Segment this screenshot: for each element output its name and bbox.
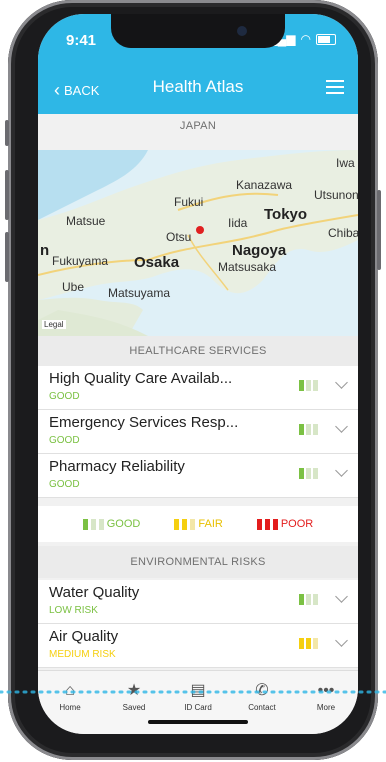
- tab-label: More: [316, 703, 336, 712]
- map-city: Ube: [62, 280, 85, 294]
- rating-bars: [299, 468, 318, 479]
- map-city: Matsue: [66, 214, 106, 228]
- map-city: Nagoya: [232, 242, 287, 259]
- battery-icon: [316, 33, 336, 45]
- tab-label: Saved: [122, 703, 146, 712]
- location-pin-icon: [196, 226, 204, 234]
- map-legal-link[interactable]: Legal: [42, 320, 66, 329]
- list-item[interactable]: High Quality Care Availab... GOOD: [38, 366, 358, 410]
- rating-bars: [299, 638, 318, 649]
- tab-bar: ⌂ Home ★ Saved ▤ ID Card ✆ Contact ••• M…: [38, 670, 358, 734]
- chevron-down-icon[interactable]: [335, 634, 348, 647]
- row-status: GOOD: [49, 479, 80, 490]
- home-indicator: [148, 720, 248, 724]
- map-city: Fukuyama: [52, 254, 109, 268]
- map-city: n: [40, 242, 50, 259]
- chevron-down-icon[interactable]: [335, 420, 348, 433]
- rating-bars: [299, 594, 318, 605]
- country-label: JAPAN: [179, 120, 217, 132]
- row-title: Emergency Services Resp...: [49, 414, 239, 431]
- list-item[interactable]: Emergency Services Resp... GOOD: [38, 410, 358, 454]
- status-time: 9:41: [66, 32, 97, 49]
- row-title: High Quality Care Availab...: [49, 370, 233, 387]
- map-city: Kanazawa: [236, 178, 293, 192]
- map-terrain: [38, 150, 358, 336]
- power-button: [377, 190, 381, 270]
- front-camera: [237, 26, 247, 36]
- legend-poor: POOR: [256, 518, 314, 530]
- legend-fair-label: FAIR: [198, 518, 223, 530]
- hamburger-menu-icon[interactable]: [326, 80, 344, 98]
- row-title: Pharmacy Reliability: [49, 458, 185, 475]
- tab-saved[interactable]: ★ Saved: [102, 681, 166, 712]
- chevron-down-icon[interactable]: [335, 376, 348, 389]
- environment-heading: ENVIRONMENTAL RISKS: [38, 546, 358, 578]
- row-title: Water Quality: [49, 584, 140, 601]
- mute-switch: [5, 120, 9, 146]
- tab-label: Home: [59, 703, 81, 712]
- rating-legend: GOOD FAIR POOR: [38, 506, 358, 542]
- volume-down-button: [5, 232, 9, 282]
- chevron-down-icon[interactable]: [335, 590, 348, 603]
- page-title: Health Atlas: [152, 77, 244, 96]
- list-item[interactable]: Air Quality MEDIUM RISK: [38, 624, 358, 668]
- map-city: Matsusaka: [218, 260, 277, 274]
- tab-label: ID Card: [184, 703, 212, 712]
- map-view[interactable]: Iwa Kanazawa Utsunon Fukui Tokyo Matsue …: [38, 150, 358, 336]
- list-item[interactable]: Water Quality LOW RISK: [38, 580, 358, 624]
- tab-more[interactable]: ••• More: [294, 681, 358, 712]
- map-city: Fukui: [174, 195, 204, 209]
- tab-contact[interactable]: ✆ Contact: [230, 681, 294, 712]
- map-city: Iwa: [336, 156, 355, 170]
- legend-good-label: GOOD: [106, 518, 141, 530]
- healthcare-heading: HEALTHCARE SERVICES: [38, 336, 358, 366]
- map-city: Osaka: [134, 254, 180, 271]
- map-city: Chiba: [328, 226, 358, 240]
- row-status: LOW RISK: [49, 605, 98, 616]
- legend-poor-label: POOR: [280, 518, 314, 530]
- tab-label: Contact: [248, 703, 276, 712]
- map-city: Utsunon: [314, 188, 358, 202]
- tab-id-card[interactable]: ▤ ID Card: [166, 681, 230, 712]
- legend-good: GOOD: [82, 518, 141, 530]
- list-item[interactable]: Pharmacy Reliability GOOD: [38, 454, 358, 498]
- wifi-icon: ◠: [300, 32, 311, 46]
- phone-screen: 9:41 ▂▄▆ ◠ ‹ BACK Health Atlas JAPAN Iwa…: [38, 14, 358, 734]
- notch: [111, 14, 285, 48]
- map-city: Tokyo: [264, 206, 308, 223]
- volume-up-button: [5, 170, 9, 220]
- chevron-down-icon[interactable]: [335, 464, 348, 477]
- rating-bars: [299, 380, 318, 391]
- tab-home[interactable]: ⌂ Home: [38, 681, 102, 712]
- rating-bars: [299, 424, 318, 435]
- decorative-dotted-line: [0, 690, 386, 694]
- map-city: Matsuyama: [108, 286, 171, 300]
- row-status: GOOD: [49, 435, 80, 446]
- row-status: GOOD: [49, 391, 80, 402]
- legend-fair: FAIR: [174, 518, 223, 530]
- map-city: Otsu: [166, 230, 192, 244]
- row-title: Air Quality: [49, 628, 119, 645]
- row-status: MEDIUM RISK: [49, 649, 116, 660]
- map-city: Iida: [228, 216, 248, 230]
